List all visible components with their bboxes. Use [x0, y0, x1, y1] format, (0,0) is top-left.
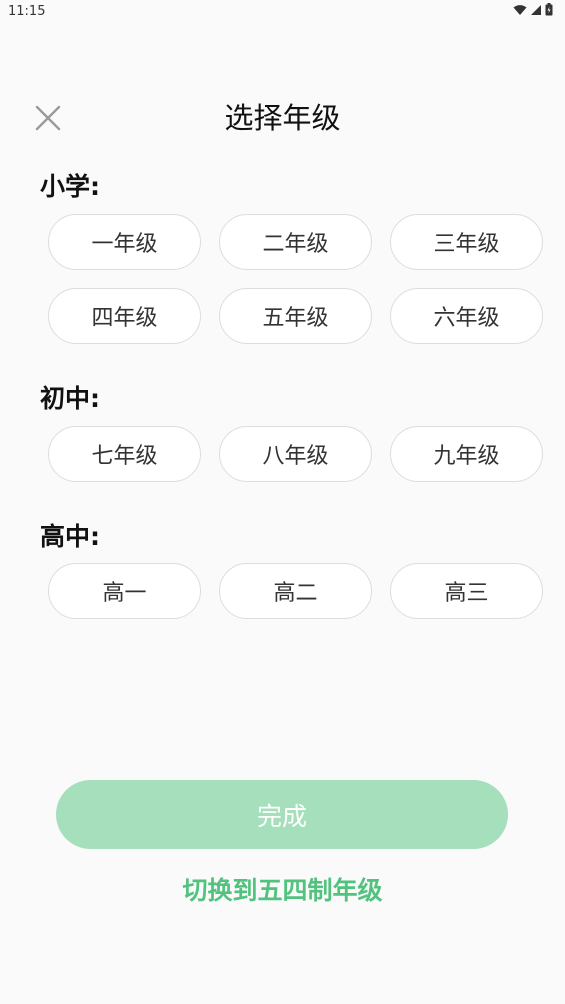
signal-icon: [531, 4, 541, 15]
grade-button-7[interactable]: 七年级: [48, 426, 201, 482]
status-icons: [513, 3, 553, 16]
status-time: 11:15: [8, 4, 46, 19]
grade-button-senior-1[interactable]: 高一: [48, 563, 201, 619]
grade-select-screen: 11:15 选择年级 小学: 一年级 二年级 三年级 四年级 五年级 六年级 初: [0, 0, 565, 1004]
grade-button-2[interactable]: 二年级: [219, 214, 372, 270]
grade-button-3[interactable]: 三年级: [390, 214, 543, 270]
status-bar: 11:15: [0, 0, 565, 24]
section-title-senior: 高中:: [40, 522, 100, 551]
section-title-junior: 初中:: [40, 384, 100, 413]
grade-button-1[interactable]: 一年级: [48, 214, 201, 270]
grade-button-4[interactable]: 四年级: [48, 288, 201, 344]
grade-button-senior-2[interactable]: 高二: [219, 563, 372, 619]
grade-button-8[interactable]: 八年级: [219, 426, 372, 482]
switch-grade-system-link[interactable]: 切换到五四制年级: [0, 873, 565, 909]
section-title-primary: 小学:: [40, 172, 100, 201]
page-title: 选择年级: [224, 101, 341, 135]
grade-button-6[interactable]: 六年级: [390, 288, 543, 344]
grade-button-9[interactable]: 九年级: [390, 426, 543, 482]
grade-button-5[interactable]: 五年级: [219, 288, 372, 344]
done-button[interactable]: 完成: [56, 780, 508, 849]
wifi-icon: [513, 4, 527, 15]
grade-button-senior-3[interactable]: 高三: [390, 563, 543, 619]
battery-icon: [545, 3, 553, 16]
